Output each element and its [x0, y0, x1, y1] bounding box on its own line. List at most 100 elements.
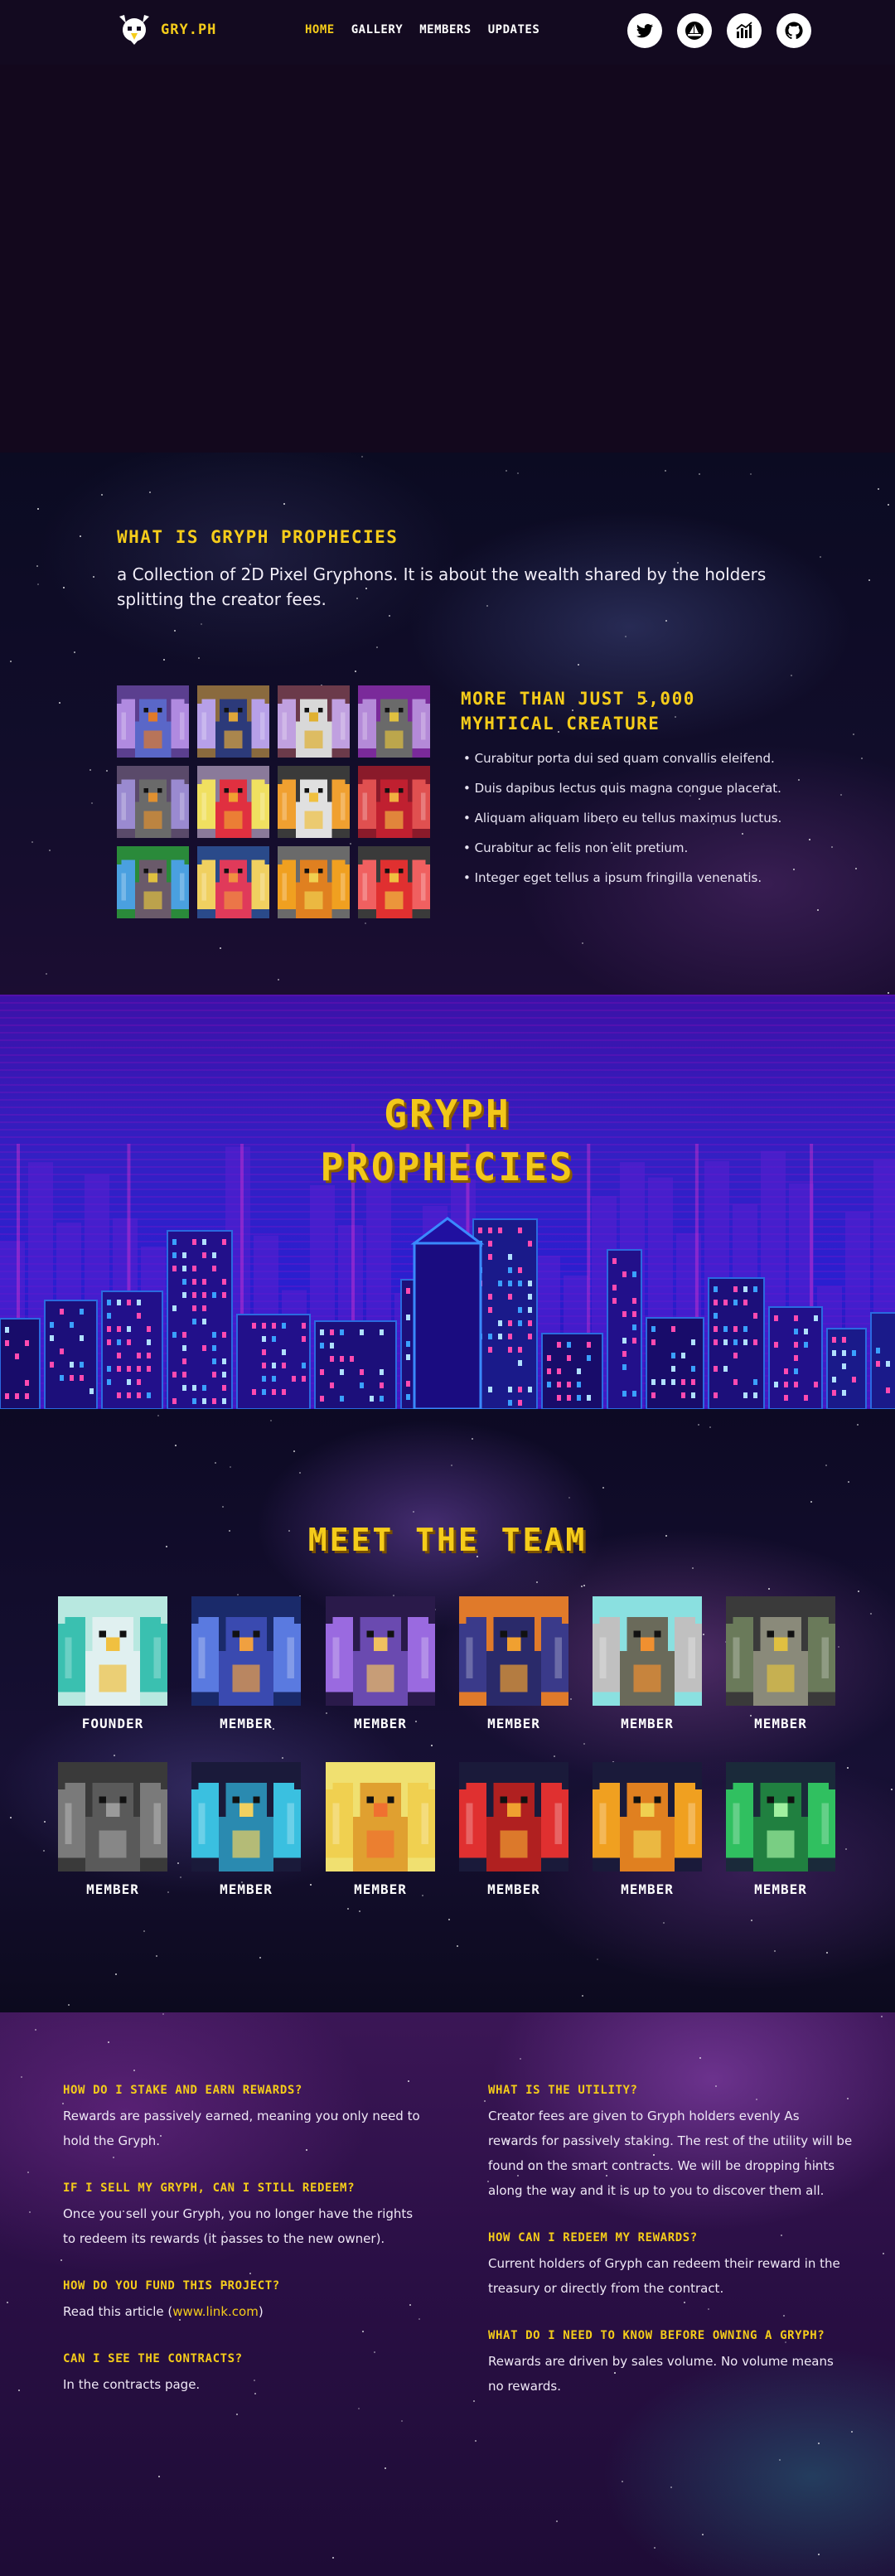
gryphon-thumbnail[interactable] [278, 846, 350, 918]
star [361, 456, 364, 458]
star [670, 2486, 672, 2488]
team-member-card[interactable]: MEMBER [593, 1596, 702, 1731]
twitter-link[interactable] [627, 13, 662, 48]
star [269, 1419, 272, 1421]
gryphon-logo-icon [119, 15, 149, 45]
gryphon-thumbnail[interactable] [278, 766, 350, 838]
star [839, 794, 842, 797]
faq-column-right: WHAT IS THE UTILITY? Creator fees are gi… [488, 2079, 853, 2422]
team-member-card[interactable]: MEMBER [726, 1596, 835, 1731]
nav-gallery[interactable]: GALLERY [351, 23, 404, 36]
gryphon-thumbnail[interactable] [358, 766, 430, 838]
faq-answer: Once you sell your Gryph, you no longer … [63, 2206, 414, 2246]
star [825, 1952, 828, 1954]
star [703, 1633, 705, 1635]
gryphon-thumbnail[interactable] [117, 766, 189, 838]
member-avatar [593, 1596, 702, 1706]
gryphon-thumbnail[interactable] [117, 846, 189, 918]
star [167, 1891, 170, 1894]
team-member-card[interactable]: MEMBER [191, 1762, 301, 1897]
faq-answer: Rewards are passively earned, meaning yo… [63, 2109, 420, 2148]
star [10, 660, 12, 662]
star [582, 1995, 584, 1997]
star [852, 734, 854, 736]
gryphon-thumbnail[interactable] [197, 846, 269, 918]
member-role: MEMBER [621, 1881, 674, 1897]
star [106, 769, 109, 772]
member-role: MEMBER [86, 1881, 139, 1897]
team-member-card[interactable]: MEMBER [326, 1762, 435, 1897]
star [20, 2076, 22, 2079]
faq-answer: Creator fees are given to Gryph holders … [488, 2109, 853, 2198]
gryphon-thumbnail[interactable] [117, 685, 189, 758]
star [535, 1581, 538, 1583]
star [887, 991, 889, 994]
star [101, 493, 104, 496]
member-role: MEMBER [487, 1716, 540, 1731]
gryphon-thumbnail[interactable] [358, 685, 430, 758]
star [622, 2480, 624, 2482]
star [818, 2553, 820, 2555]
gryphon-thumbnail[interactable] [197, 766, 269, 838]
star [568, 1496, 571, 1499]
github-icon [785, 22, 803, 40]
star [517, 472, 520, 474]
star [114, 1973, 117, 1975]
member-avatar [326, 1762, 435, 1871]
team-member-card[interactable]: MEMBER [326, 1596, 435, 1731]
star [230, 1465, 232, 1468]
star [282, 1756, 284, 1759]
star [845, 1848, 848, 1851]
star [215, 1461, 217, 1464]
article-link[interactable]: www.link.com [172, 2304, 259, 2319]
star [114, 1754, 116, 1756]
star [878, 488, 880, 491]
nav-home[interactable]: HOME [305, 23, 335, 36]
star [750, 1920, 752, 1922]
feature-item: • Aliquam aliquam libero eu tellus maxim… [463, 811, 782, 826]
star [570, 1697, 573, 1700]
star [767, 1588, 770, 1591]
feature-item: • Duis dapibus lectus quis magna congue … [463, 781, 781, 796]
star [602, 1486, 604, 1489]
star [283, 502, 285, 505]
faq-question: HOW DO I STAKE AND EARN REWARDS? [63, 2084, 302, 2097]
github-link[interactable] [776, 13, 811, 48]
main-nav: HOME GALLERY MEMBERS UPDATES [305, 23, 539, 36]
member-role: MEMBER [754, 1881, 807, 1897]
star [809, 838, 811, 840]
team-member-card[interactable]: MEMBER [191, 1596, 301, 1731]
feature-item: • Integer eget tellus a ipsum fringilla … [463, 870, 762, 885]
faq-question: HOW DO YOU FUND THIS PROJECT? [63, 2279, 280, 2293]
star [299, 1471, 302, 1474]
star [702, 2534, 704, 2536]
brand-logo[interactable]: GRY.PH [116, 12, 216, 48]
star [858, 1591, 860, 1593]
star [791, 675, 793, 677]
star [197, 657, 200, 660]
star [221, 1506, 224, 1508]
gryphon-thumbnail[interactable] [278, 685, 350, 758]
faq-item: HOW CAN I REDEEM MY REWARDS? Current hol… [488, 2226, 853, 2301]
nav-updates[interactable]: UPDATES [488, 23, 540, 36]
brand-name: GRY.PH [161, 22, 217, 38]
team-member-card[interactable]: MEMBER [459, 1596, 568, 1731]
gryphon-thumbnail[interactable] [197, 685, 269, 758]
gryphon-thumbnail[interactable] [358, 846, 430, 918]
star [157, 1415, 160, 1417]
team-member-card[interactable]: MEMBER [459, 1762, 568, 1897]
team-member-card[interactable]: FOUNDER [58, 1596, 167, 1731]
star [474, 2439, 477, 2442]
team-member-card[interactable]: MEMBER [58, 1762, 167, 1897]
team-member-card[interactable]: MEMBER [593, 1762, 702, 1897]
star [277, 979, 279, 981]
member-avatar [593, 1762, 702, 1871]
team-member-card[interactable]: MEMBER [726, 1762, 835, 1897]
opensea-link[interactable] [677, 13, 712, 48]
star [293, 1450, 296, 1452]
chart-link[interactable] [727, 13, 762, 48]
star [837, 1645, 839, 1648]
nav-members[interactable]: MEMBERS [419, 23, 472, 36]
star [412, 1510, 414, 1513]
star [91, 802, 94, 805]
